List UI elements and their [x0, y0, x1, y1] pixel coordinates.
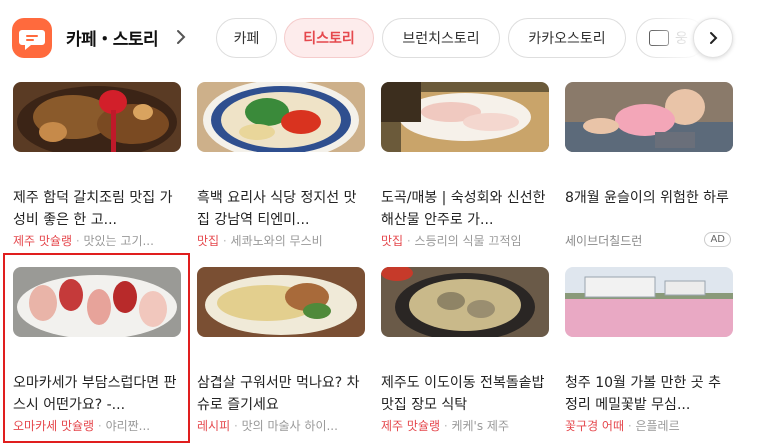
card-category[interactable]: 제주 맛슐랭	[13, 234, 72, 248]
card-source[interactable]: 야리짠...	[106, 419, 151, 433]
card-title[interactable]: 8개월 윤슬이의 위험한 하루	[565, 187, 733, 209]
card-meta: 맛집 · 스등리의 식물 끄적임	[381, 234, 522, 248]
chevron-right-icon[interactable]	[174, 27, 188, 47]
card-category[interactable]: 레시피	[197, 419, 230, 433]
cafe-story-logo-icon[interactable]	[12, 18, 52, 58]
card-category[interactable]: 꽃구경 어때	[565, 419, 624, 433]
brand-title[interactable]: 카페・스토리	[66, 25, 159, 50]
card-source[interactable]: 스등리의 식물 끄적임	[415, 234, 522, 248]
card-category[interactable]: 맛집	[197, 234, 219, 248]
chip-tistory[interactable]: 티스토리	[284, 18, 374, 58]
card-source[interactable]: 맛있는 고기...	[83, 234, 153, 248]
thumbnail-baby[interactable]	[565, 82, 733, 152]
card-category[interactable]: 제주 맛슐랭	[381, 419, 440, 433]
card-source[interactable]: 맛의 마술사 하이...	[242, 419, 338, 433]
thumbnail-sashimi[interactable]	[381, 82, 549, 152]
card-meta: 제주 맛슐랭 · 맛있는 고기...	[13, 234, 154, 248]
thumbnail-noodle-bowl[interactable]	[197, 82, 365, 152]
card-meta: 맛집 · 세콰노와의 무스비	[197, 234, 323, 248]
card-category[interactable]: 오마카세 맛슐랭	[13, 419, 94, 433]
card-meta: 오마카세 맛슐랭 · 야리짠...	[13, 419, 151, 433]
thumbnail-braised-fish[interactable]	[13, 82, 181, 152]
card-title[interactable]: 삼겹살 구워서만 먹나요? 차슈로 즐기세요	[197, 372, 365, 416]
card-source[interactable]: 케케's 제주	[451, 419, 509, 433]
chip-brunch-story[interactable]: 브런치스토리	[382, 18, 500, 58]
thumbnail-pink-field[interactable]	[565, 267, 733, 337]
thumbnail-abalone-rice[interactable]	[381, 267, 549, 337]
card-source[interactable]: 은플레르	[635, 419, 679, 433]
scroll-fade	[640, 14, 700, 62]
card-title[interactable]: 도곡/매봉 | 숙성회와 신선한 해산물 안주로 가...	[381, 187, 549, 231]
thumbnail-sushi[interactable]	[13, 267, 181, 337]
chip-kakao-story[interactable]: 카카오스토리	[508, 18, 626, 58]
card-category[interactable]: 맛집	[381, 234, 403, 248]
next-chips-button[interactable]	[693, 18, 733, 58]
chip-cafe[interactable]: 카페	[216, 18, 277, 58]
ad-badge: AD	[704, 232, 731, 247]
card-meta: 꽃구경 어때 · 은플레르	[565, 419, 680, 433]
card-source[interactable]: 세콰노와의 무스비	[231, 234, 323, 248]
card-title[interactable]: 흑백 요리사 식당 정지선 맛집 강남역 티엔미...	[197, 187, 365, 231]
top-bar: 카페・스토리 카페 티스토리 브런치스토리 카카오스토리 웅	[0, 0, 759, 78]
card-meta: 레시피 · 맛의 마술사 하이...	[197, 419, 338, 433]
card-title[interactable]: 오마카세가 부담스럽다면 판스시 어떤가요? -...	[13, 372, 181, 416]
chevron-right-icon	[710, 32, 718, 44]
thumbnail-chashu[interactable]	[197, 267, 365, 337]
card-title[interactable]: 제주 함덕 갈치조림 맛집 가성비 좋은 한 고...	[13, 187, 181, 231]
card-title[interactable]: 제주도 이도이동 전복돌솥밥 맛집 장모 식탁	[381, 372, 549, 416]
card-meta: 제주 맛슐랭 · 케케's 제주	[381, 419, 509, 433]
card-advertiser[interactable]: 세이브더칠드런	[565, 234, 642, 248]
card-title[interactable]: 청주 10월 가볼 만한 곳 추정리 메밀꽃밭 무심...	[565, 372, 733, 416]
